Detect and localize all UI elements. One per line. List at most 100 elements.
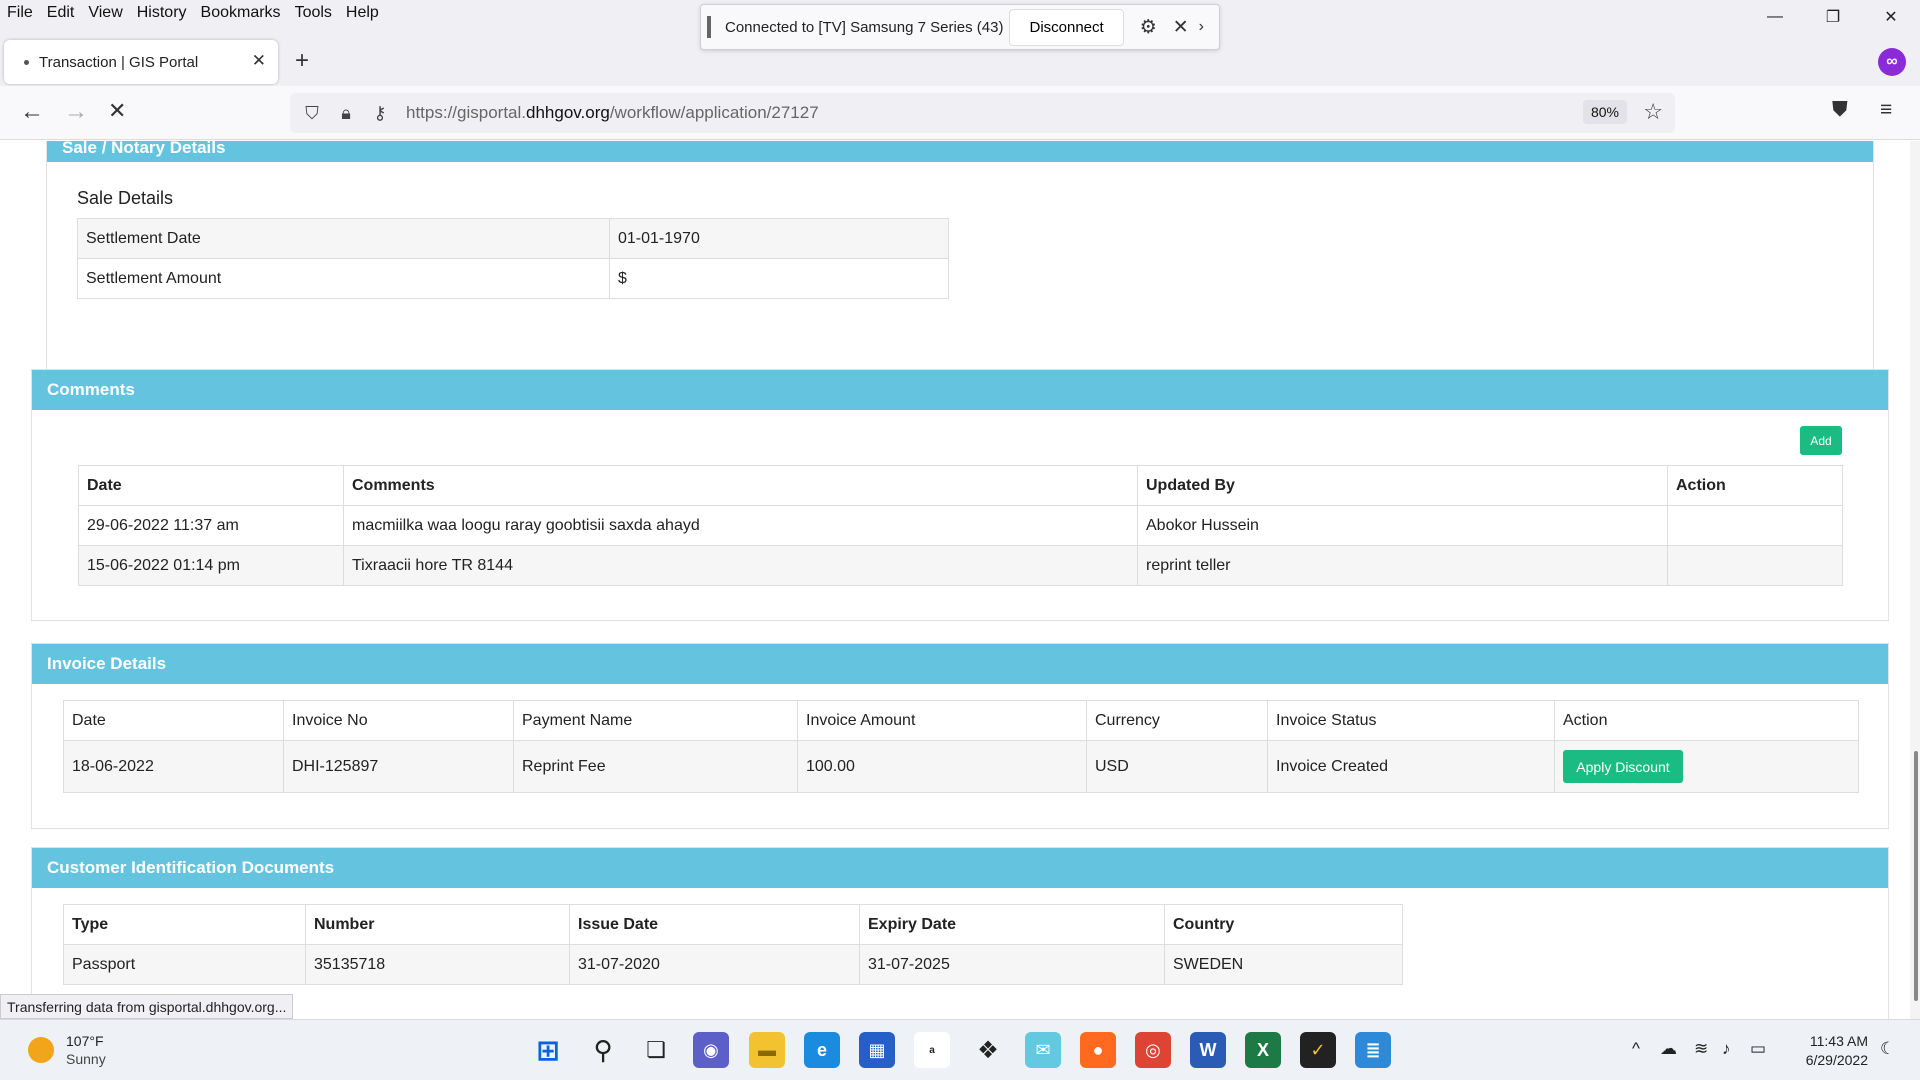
stop-loading-icon[interactable]: ✕ — [108, 98, 126, 124]
comments-panel: Comments Add Date Comments Updated By Ac… — [31, 369, 1889, 621]
store-icon[interactable]: ▦ — [859, 1032, 895, 1068]
file-explorer-icon[interactable]: ▬ — [749, 1032, 785, 1068]
window-controls: — ❐ ✕ — [1746, 0, 1920, 34]
clock-time: 11:43 AM — [1809, 1033, 1868, 1049]
add-comment-button[interactable]: Add — [1800, 426, 1842, 455]
zoom-level[interactable]: 80% — [1582, 100, 1627, 124]
tab-transaction[interactable]: Transaction | GIS Portal ✕ — [4, 40, 278, 84]
lock-icon[interactable]: 🔒︎ — [334, 103, 358, 124]
cast-status: Connected to [TV] Samsung 7 Series (43) — [725, 18, 1004, 36]
cast-drag-handle[interactable] — [707, 16, 711, 38]
key-icon[interactable]: ⚷ — [368, 103, 392, 124]
chevron-right-icon[interactable]: › — [1199, 18, 1204, 36]
firefox-icon[interactable]: ● — [1080, 1032, 1116, 1068]
doc-expiry-date: 31-07-2025 — [859, 944, 1165, 985]
page-content: Sale / Notary Details Sale Details Settl… — [0, 141, 1920, 1019]
battery-icon[interactable]: ▭ — [1750, 1039, 1766, 1059]
sun-icon — [28, 1037, 54, 1063]
comments-table: Date Comments Updated By Action 29-06-20… — [78, 465, 1843, 586]
invoice-payment-name: Reprint Fee — [513, 740, 798, 793]
messenger-icon[interactable]: ✉ — [1025, 1032, 1061, 1068]
search-icon[interactable]: ⚲ — [585, 1032, 621, 1068]
close-window-button[interactable]: ✕ — [1862, 0, 1920, 34]
page-scrollbar[interactable] — [1910, 141, 1920, 1019]
new-tab-icon[interactable]: + — [295, 47, 309, 75]
col-action: Action — [1554, 700, 1859, 741]
bookmark-star-icon[interactable]: ☆ — [1643, 99, 1663, 125]
volume-icon[interactable]: ♪ — [1722, 1039, 1731, 1059]
apply-discount-button[interactable]: Apply Discount — [1563, 750, 1683, 783]
menu-view[interactable]: View — [81, 4, 129, 22]
navigation-bar: ← → ✕ ⛉ 🔒︎ ⚷ https://gisportal.dhhgov.or… — [0, 86, 1920, 140]
taskbar: 107°F Sunny ⊞ ⚲ ❏ ◉ ▬ e ▦ a ❖ ✉ ● ◎ W X … — [0, 1019, 1920, 1080]
col-invoice-no: Invoice No — [283, 700, 514, 741]
settlement-date-value: 01-01-1970 — [609, 218, 949, 259]
browser-chrome: File Edit View History Bookmarks Tools H… — [0, 0, 1920, 86]
hamburger-menu-icon[interactable]: ≡ — [1880, 98, 1892, 122]
back-icon[interactable]: ← — [20, 98, 44, 126]
close-tab-icon[interactable]: ✕ — [252, 51, 266, 71]
wifi-icon[interactable]: ≋ — [1694, 1039, 1708, 1059]
forward-icon[interactable]: → — [64, 98, 88, 126]
comment-updated-by: Abokor Hussein — [1137, 505, 1668, 546]
unpin-icon[interactable]: ✕ — [1173, 16, 1189, 39]
menu-tools[interactable]: Tools — [288, 4, 339, 22]
comment-text: macmiilka waa loogu raray goobtisii saxd… — [343, 505, 1138, 546]
chat-icon[interactable]: ◉ — [693, 1032, 729, 1068]
pocket-icon[interactable]: ⛊ — [1832, 98, 1848, 122]
doc-country: SWEDEN — [1164, 944, 1403, 985]
extension-icon[interactable]: ∞ — [1878, 48, 1906, 76]
amazon-icon[interactable]: a — [914, 1032, 950, 1068]
norton-icon[interactable]: ✓ — [1300, 1032, 1336, 1068]
table-row: Settlement Amount $ — [77, 258, 949, 299]
weather-widget[interactable]: 107°F Sunny — [28, 1032, 106, 1068]
menu-file[interactable]: File — [0, 4, 40, 22]
cast-notification: Connected to [TV] Samsung 7 Series (43) … — [700, 4, 1220, 50]
minimize-button[interactable]: — — [1746, 0, 1804, 34]
col-invoice-status: Invoice Status — [1267, 700, 1555, 741]
invoice-action-cell: Apply Discount — [1554, 740, 1859, 793]
task-view-icon[interactable]: ❏ — [638, 1032, 674, 1068]
windows-start-icon[interactable]: ⊞ — [530, 1032, 566, 1068]
comment-text: Tixraacii hore TR 8144 — [343, 545, 1138, 586]
disconnect-button[interactable]: Disconnect — [1009, 8, 1124, 46]
table-header-row: Date Comments Updated By Action — [78, 465, 1843, 506]
url-text[interactable]: https://gisportal.dhhgov.org/workflow/ap… — [406, 103, 819, 123]
col-issue-date: Issue Date — [569, 904, 860, 945]
cloud-icon[interactable]: ☁ — [1660, 1039, 1677, 1059]
system-clock[interactable]: 11:43 AM 6/29/2022 — [1806, 1032, 1868, 1070]
doc-type: Passport — [63, 944, 306, 985]
comment-updated-by: reprint teller — [1137, 545, 1668, 586]
invoice-table: Date Invoice No Payment Name Invoice Amo… — [63, 700, 1859, 793]
invoice-status: Invoice Created — [1267, 740, 1555, 793]
doc-issue-date: 31-07-2020 — [569, 944, 860, 985]
word-icon[interactable]: W — [1190, 1032, 1226, 1068]
excel-icon[interactable]: X — [1245, 1032, 1281, 1068]
table-row: 29-06-2022 11:37 am macmiilka waa loogu … — [78, 505, 1843, 546]
dropbox-icon[interactable]: ❖ — [970, 1032, 1006, 1068]
notifications-icon[interactable]: ☾ — [1880, 1039, 1895, 1059]
menu-help[interactable]: Help — [339, 4, 386, 22]
scrollbar-thumb[interactable] — [1914, 751, 1918, 1001]
comment-action — [1667, 545, 1843, 586]
loading-dot-icon — [24, 59, 29, 65]
address-bar[interactable]: ⛉ 🔒︎ ⚷ https://gisportal.dhhgov.org/work… — [290, 93, 1675, 133]
chevron-up-icon[interactable]: ^ — [1632, 1039, 1640, 1059]
menu-bar: File Edit View History Bookmarks Tools H… — [0, 0, 386, 26]
menu-edit[interactable]: Edit — [40, 4, 82, 22]
settlement-amount-value: $ — [609, 258, 949, 299]
gear-icon[interactable]: ⚙ — [1140, 16, 1157, 39]
shield-icon[interactable]: ⛉ — [300, 103, 324, 124]
tab-title: Transaction | GIS Portal — [39, 53, 199, 71]
col-updated-by: Updated By — [1137, 465, 1668, 506]
table-row: Passport 35135718 31-07-2020 31-07-2025 … — [63, 944, 1403, 985]
menu-history[interactable]: History — [130, 4, 194, 22]
chrome-icon[interactable]: ◎ — [1135, 1032, 1171, 1068]
notepad-icon[interactable]: ≣ — [1355, 1032, 1391, 1068]
edge-icon[interactable]: e — [804, 1032, 840, 1068]
menu-bookmarks[interactable]: Bookmarks — [194, 4, 288, 22]
restore-button[interactable]: ❐ — [1804, 0, 1862, 34]
invoice-number: DHI-125897 — [283, 740, 514, 793]
table-row: 18-06-2022 DHI-125897 Reprint Fee 100.00… — [63, 740, 1859, 793]
col-currency: Currency — [1086, 700, 1268, 741]
